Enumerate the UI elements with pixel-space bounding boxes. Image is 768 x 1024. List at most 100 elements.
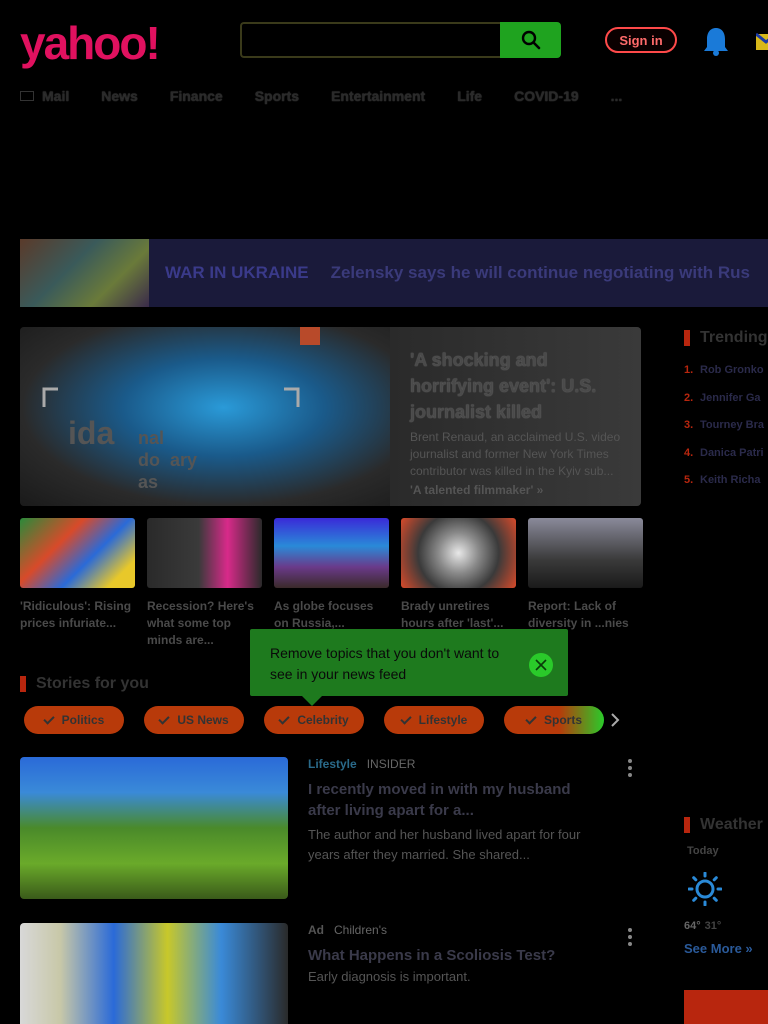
trending-item[interactable]: 3. Tourney Bra (684, 419, 764, 447)
trending-item[interactable]: 4. Danica Patri (684, 447, 764, 475)
hero-title[interactable]: 'A shocking and horrifying event': U.S. … (410, 347, 635, 425)
thumb-caption: Recession? Here's what some top minds ar… (147, 599, 254, 647)
banner-headline[interactable]: Zelensky says he will continue negotiati… (331, 263, 750, 283)
hero-link[interactable]: 'A talented filmmaker' » (410, 483, 543, 497)
trending-item[interactable]: 5. Keith Richa (684, 474, 764, 502)
trending-rank: 1. (684, 364, 694, 376)
nav-item-covid[interactable]: COVID-19 (514, 88, 579, 104)
chip-politics[interactable]: Politics (24, 706, 124, 734)
story-title[interactable]: I recently moved in with my husband afte… (308, 779, 578, 821)
section-accent (684, 330, 690, 346)
trending-rank: 2. (684, 391, 694, 404)
thumb-caption: 'Ridiculous': Rising prices infuriate... (20, 599, 132, 630)
story-description: The author and her husband lived apart f… (308, 827, 581, 862)
chevron-right-icon[interactable] (608, 712, 622, 728)
check-icon (158, 712, 170, 725)
weather-temps: 64° 31° (684, 920, 721, 932)
story-card-ad[interactable]: Ad Children's What Happens in a Scoliosis… (20, 923, 640, 1024)
story-image (20, 757, 288, 899)
nav-item-label: Finance (169, 88, 223, 104)
thumb-image (20, 518, 135, 588)
trending-rank: 5. (684, 474, 694, 486)
nav-item-label: Entertainment (331, 88, 426, 104)
banner-label: WAR IN UKRAINE (165, 263, 309, 282)
trending-name: Rob Gronko (700, 364, 764, 376)
main-nav: Mail News Finance Sports Entertainment L… (20, 86, 654, 106)
story-category[interactable]: Lifestyle (308, 757, 357, 771)
check-icon (525, 712, 537, 725)
story-description: Early diagnosis is important. (308, 969, 471, 984)
nav-item-sports[interactable]: Sports (255, 88, 299, 104)
trending-item[interactable]: 1. Rob Gronko (684, 364, 764, 392)
nav-item-label: COVID-19 (514, 88, 579, 104)
hero-story[interactable]: ida nal do ary as 'A shocking and horrif… (20, 327, 641, 506)
chip-lifestyle[interactable]: Lifestyle (384, 706, 484, 734)
tooltip-close-button[interactable] (529, 653, 553, 677)
stories-section-header: Stories for you (20, 675, 149, 693)
story-title[interactable]: What Happens in a Scoliosis Test? (308, 945, 608, 966)
thumb-story[interactable]: Recession? Here's what some top minds ar… (147, 518, 262, 650)
mail-icon[interactable] (756, 30, 768, 52)
chip-label: Lifestyle (418, 713, 468, 727)
section-accent (20, 676, 26, 692)
thumb-story[interactable]: 'Ridiculous': Rising prices infuriate... (20, 518, 135, 650)
temp-low: 31° (704, 920, 722, 932)
thumb-image (147, 518, 262, 588)
story-image (20, 923, 288, 1024)
section-title: Stories for you (36, 675, 149, 692)
more-options-icon[interactable] (626, 928, 634, 948)
trending-name: Jennifer Ga (700, 391, 761, 404)
yahoo-logo[interactable]: yahoo! (20, 18, 161, 68)
nav-item-label: Sports (254, 88, 300, 104)
story-card[interactable]: Lifestyle INSIDER I recently moved in wit… (20, 757, 640, 899)
more-options-icon[interactable] (626, 759, 634, 779)
bell-icon[interactable] (702, 26, 730, 56)
tooltip-text: Remove topics that you don't want to see… (270, 645, 500, 682)
story-meta: Ad Children's (308, 923, 387, 937)
trending-item[interactable]: 2. Jennifer Ga (684, 392, 764, 420)
story-source: INSIDER (366, 757, 416, 771)
ad-label: Ad (308, 923, 324, 937)
nav-item-mail[interactable]: Mail (20, 88, 69, 104)
thumb-image (274, 518, 389, 588)
weather-day: Today (687, 845, 719, 857)
nav-item-more[interactable]: ... (611, 88, 623, 104)
check-icon (278, 712, 290, 725)
chip-label: Celebrity (297, 713, 349, 727)
corner-mark (42, 387, 58, 407)
weather-title: Weather (700, 816, 763, 833)
nav-item-entertainment[interactable]: Entertainment (331, 88, 425, 104)
check-icon (399, 712, 412, 725)
corner-mark (284, 387, 300, 407)
chip-celebrity[interactable]: Celebrity (264, 706, 364, 734)
banner-thumbnail (20, 239, 149, 307)
search-input[interactable] (240, 22, 500, 58)
weather-see-more-link[interactable]: See More » (684, 941, 753, 956)
nav-item-news[interactable]: News (101, 88, 138, 104)
tooltip-arrow (302, 696, 322, 706)
close-icon (535, 659, 547, 671)
nav-item-label: Life (457, 88, 483, 104)
trending-name: Keith Richa (700, 474, 761, 486)
nav-item-label: ... (610, 88, 623, 104)
sidebar-ad[interactable] (684, 990, 768, 1024)
hero-overlay-text: ida (68, 415, 115, 451)
thumb-image (528, 518, 643, 588)
breaking-news-banner[interactable]: WAR IN UKRAINE Zelensky says he will con… (20, 239, 768, 307)
chip-label: US News (177, 713, 229, 727)
trending-header: Trending (684, 329, 768, 347)
search-button[interactable] (500, 22, 561, 58)
chip-us-news[interactable]: US News (144, 706, 244, 734)
hero-overlay-small: nal do ary as (138, 428, 198, 492)
search-bar (240, 22, 561, 58)
sign-in-button[interactable]: Sign in (605, 27, 677, 53)
trending-list: 1. Rob Gronko 2. Jennifer Ga 3. Tourney Bra… (684, 364, 764, 502)
nav-item-label: News (101, 88, 138, 104)
chip-sports[interactable]: Sports (504, 706, 604, 734)
nav-item-life[interactable]: Life (457, 88, 482, 104)
envelope-icon (20, 91, 34, 101)
nav-item-finance[interactable]: Finance (170, 88, 223, 104)
temp-high: 64° (684, 920, 701, 932)
hero-description: Brent Renaud, an acclaimed U.S. video jo… (410, 430, 621, 478)
chip-label: Sports (543, 713, 582, 727)
